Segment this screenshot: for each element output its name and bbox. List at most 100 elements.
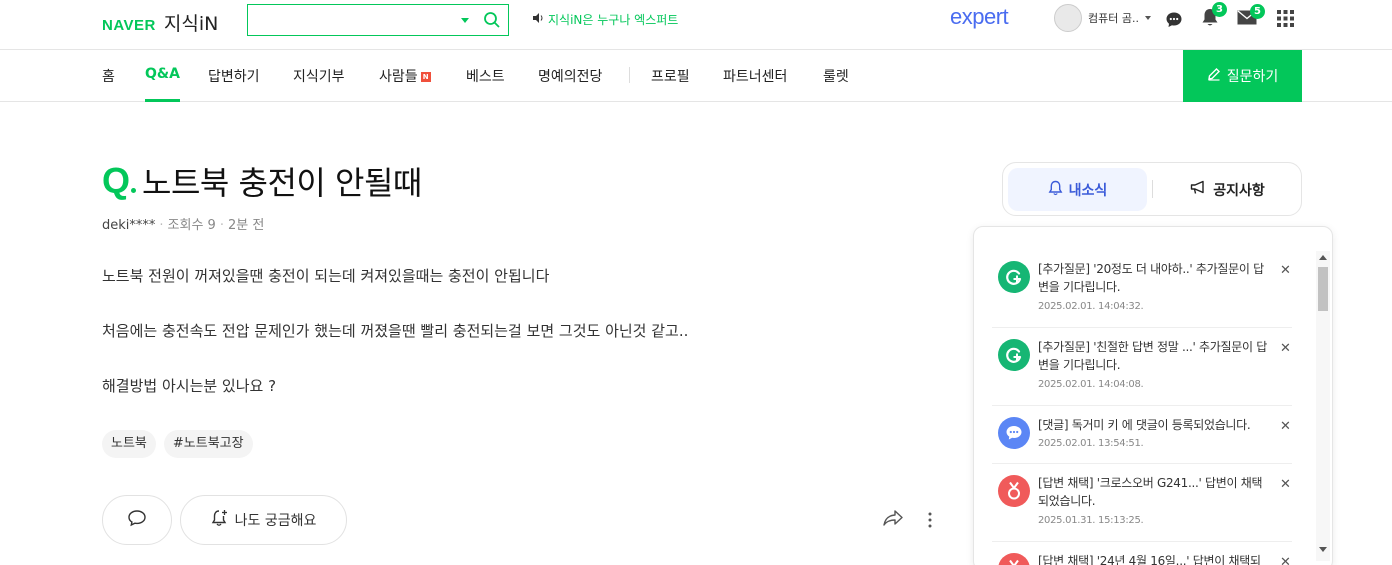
kin-logo[interactable]: 지식iN bbox=[164, 9, 218, 36]
close-icon[interactable]: ✕ bbox=[1280, 477, 1291, 492]
nav-qna[interactable]: Q&A bbox=[145, 66, 180, 102]
notification-text: [추가질문] '친절한 답변 정말 ...' 추가질문이 답변을 기다립니다. bbox=[1038, 340, 1267, 372]
panel-scrollbar[interactable] bbox=[1316, 251, 1330, 561]
divider bbox=[992, 405, 1292, 406]
nav-best[interactable]: 베스트 bbox=[466, 66, 505, 102]
followup-question-icon bbox=[998, 261, 1030, 293]
tab-my-news[interactable]: 내소식 bbox=[1008, 168, 1147, 211]
username[interactable]: 컴퓨터 곰.. bbox=[1088, 10, 1139, 26]
new-badge: N bbox=[420, 72, 431, 82]
notification-tabs: 내소식 공지사항 bbox=[1002, 162, 1302, 216]
meta-separator: · bbox=[219, 218, 224, 233]
ask-question-label: 질문하기 bbox=[1226, 69, 1279, 85]
scrollbar-thumb[interactable] bbox=[1318, 267, 1328, 311]
nav-hall-of-fame[interactable]: 명예의전당 bbox=[538, 66, 602, 102]
close-icon[interactable]: ✕ bbox=[1280, 555, 1291, 565]
question-time: 2분 전 bbox=[227, 218, 265, 233]
question-actions: 나도 궁금해요 bbox=[102, 495, 347, 545]
question-views: 조회수 9 bbox=[167, 218, 216, 233]
question-author[interactable]: deki**** bbox=[102, 218, 155, 233]
close-icon[interactable]: ✕ bbox=[1280, 419, 1291, 434]
tag-item[interactable]: 노트북 bbox=[102, 430, 156, 458]
notification-text: [답변 채택] '24년 4월 16일...' 답변이 채택되었습니다. bbox=[1038, 554, 1261, 565]
search-box bbox=[247, 4, 509, 36]
bell-outline-icon bbox=[1048, 180, 1063, 200]
nav-partner-center[interactable]: 파트너센터 bbox=[723, 66, 787, 102]
curious-button[interactable]: 나도 궁금해요 bbox=[180, 495, 347, 545]
notification-time: 2025.02.01. 14:04:32. bbox=[1038, 301, 1144, 312]
apps-grid-icon[interactable] bbox=[1277, 10, 1294, 31]
naver-logo[interactable]: NAVER bbox=[102, 17, 156, 34]
notification-time: 2025.02.01. 14:04:08. bbox=[1038, 379, 1144, 390]
pencil-icon bbox=[1207, 67, 1221, 85]
nav-donation[interactable]: 지식기부 bbox=[293, 66, 345, 102]
tab-notice-label: 공지사항 bbox=[1213, 182, 1265, 199]
search-dropdown-icon[interactable] bbox=[461, 18, 469, 23]
mail-icon[interactable]: 5 bbox=[1237, 4, 1265, 29]
close-icon[interactable]: ✕ bbox=[1280, 341, 1291, 356]
nav-roulette[interactable]: 룰렛 bbox=[823, 66, 849, 102]
meta-separator: · bbox=[159, 218, 164, 233]
speaker-icon bbox=[532, 12, 544, 27]
question-paragraph: 처음에는 충전속도 전압 문제인가 했는데 꺼졌을땐 빨리 충전되는걸 보면 그… bbox=[102, 322, 689, 340]
scroll-down-arrow-icon[interactable] bbox=[1319, 547, 1327, 552]
ask-question-button[interactable]: 질문하기 bbox=[1183, 50, 1302, 102]
search-input[interactable] bbox=[254, 10, 454, 30]
question-paragraph: 노트북 전원이 꺼져있을땐 충전이 되는데 켜져있을때는 충전이 안됩니다 bbox=[102, 267, 550, 285]
close-icon[interactable]: ✕ bbox=[1280, 263, 1291, 278]
followup-question-icon bbox=[998, 339, 1030, 371]
talk-icon[interactable] bbox=[1165, 11, 1183, 33]
divider bbox=[992, 463, 1292, 464]
divider bbox=[992, 327, 1292, 328]
notification-text: [추가질문] '20정도 더 내야하..' 추가질문이 답변을 기다립니다. bbox=[1038, 262, 1264, 294]
bell-icon[interactable]: 3 bbox=[1201, 2, 1227, 32]
expert-promo-link[interactable]: 지식iN은 누구나 엑스퍼트 bbox=[532, 11, 678, 28]
q-letter: Q bbox=[102, 160, 131, 201]
q-dot bbox=[131, 188, 137, 193]
tab-notice[interactable]: 공지사항 bbox=[1158, 168, 1297, 211]
notification-panel: [추가질문] '20정도 더 내야하..' 추가질문이 답변을 기다립니다. 2… bbox=[973, 226, 1333, 565]
notification-count-badge: 3 bbox=[1212, 2, 1227, 17]
nav-people-label: 사람들 bbox=[379, 69, 418, 85]
tag-item[interactable]: #노트북고장 bbox=[163, 430, 253, 458]
chevron-down-icon[interactable] bbox=[1144, 16, 1151, 20]
medal-icon bbox=[998, 475, 1030, 507]
nav-profile[interactable]: 프로필 bbox=[651, 66, 690, 102]
question-q-mark: Q bbox=[102, 160, 137, 202]
nav-divider bbox=[629, 67, 630, 83]
comment-button[interactable] bbox=[102, 495, 172, 545]
medal-icon bbox=[998, 553, 1030, 565]
curious-label: 나도 궁금해요 bbox=[234, 513, 317, 529]
nav-people[interactable]: 사람들 N bbox=[379, 66, 431, 102]
bell-plus-icon bbox=[211, 509, 229, 531]
search-icon[interactable] bbox=[483, 11, 501, 33]
nav-answer[interactable]: 답변하기 bbox=[208, 66, 260, 102]
comment-bubble-icon bbox=[998, 417, 1030, 449]
expert-logo[interactable]: expert bbox=[950, 4, 1009, 30]
question-tags: 노트북 #노트북고장 bbox=[102, 430, 253, 458]
tab-my-news-label: 내소식 bbox=[1068, 182, 1108, 199]
scroll-up-arrow-icon[interactable] bbox=[1319, 255, 1327, 260]
notification-time: 2025.01.31. 15:13:25. bbox=[1038, 515, 1144, 526]
tab-divider bbox=[1152, 180, 1153, 198]
nav-home[interactable]: 홈 bbox=[102, 66, 115, 102]
megaphone-icon bbox=[1190, 180, 1207, 199]
divider bbox=[992, 541, 1292, 542]
comment-icon bbox=[127, 509, 147, 531]
site-logo[interactable]: NAVER 지식iN bbox=[102, 9, 218, 36]
question-body: 노트북 전원이 꺼져있을땐 충전이 되는데 켜져있을때는 충전이 안됩니다 처음… bbox=[102, 265, 882, 430]
promo-text: 지식iN은 누구나 엑스퍼트 bbox=[548, 13, 679, 27]
more-options-icon[interactable] bbox=[923, 511, 937, 533]
top-header: NAVER 지식iN 지식iN은 누구나 엑스퍼트 expert 컴퓨터 곰..… bbox=[0, 0, 1392, 50]
question-title: 노트북 충전이 안될때 bbox=[142, 164, 422, 202]
share-icon[interactable] bbox=[882, 509, 904, 531]
question-paragraph: 해결방법 아시는분 있나요 ? bbox=[102, 377, 277, 395]
main-nav: 홈 Q&A 답변하기 지식기부 사람들 N 베스트 명예의전당 프로필 파트너센터… bbox=[0, 50, 1392, 102]
avatar[interactable] bbox=[1054, 4, 1082, 32]
notification-time: 2025.02.01. 13:54:51. bbox=[1038, 438, 1144, 449]
mail-count-badge: 5 bbox=[1250, 4, 1265, 19]
question-meta: deki**** · 조회수 9 · 2분 전 bbox=[102, 214, 264, 233]
notification-text: [답변 채택] '크로스오버 G241...' 답변이 채택되었습니다. bbox=[1038, 476, 1263, 508]
notification-text: [댓글] 독거미 키 에 댓글이 등록되었습니다. bbox=[1038, 418, 1251, 432]
user-menu[interactable]: 컴퓨터 곰.. bbox=[1054, 4, 1151, 32]
